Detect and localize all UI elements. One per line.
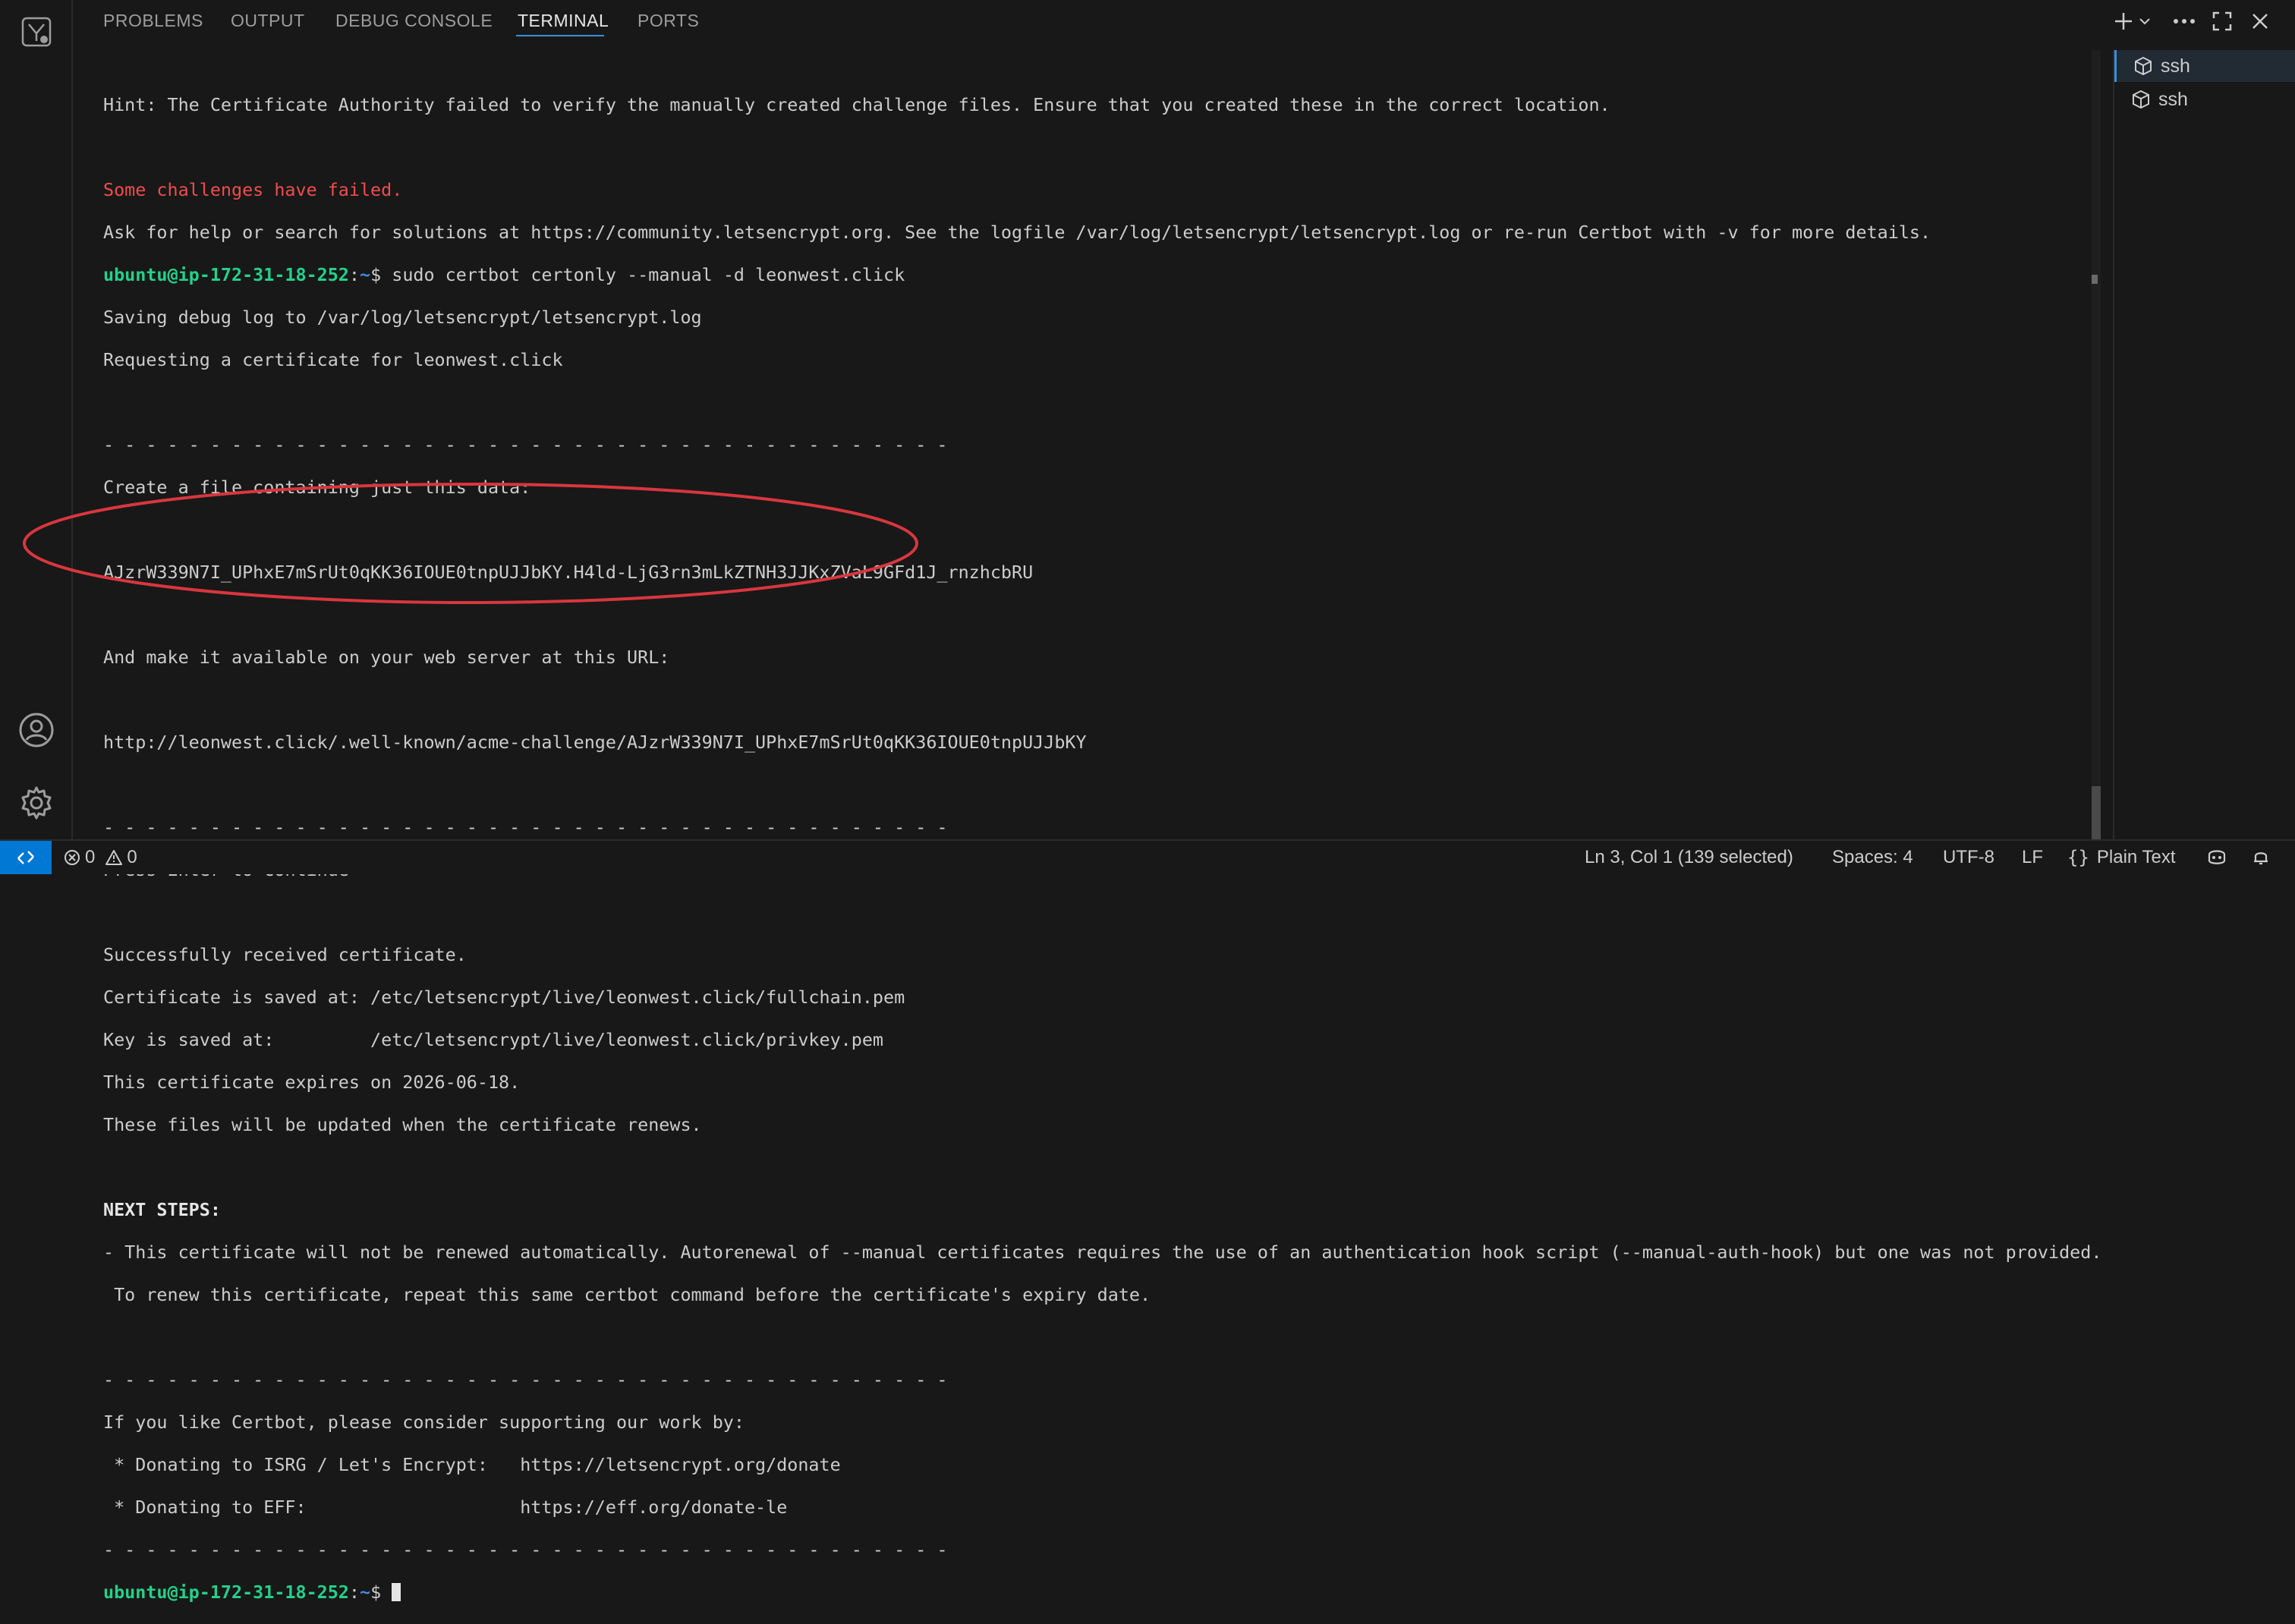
terminal-scrollbar[interactable] — [2092, 50, 2101, 839]
terminal-list-item[interactable]: ssh — [2114, 83, 2295, 115]
remote-icon — [17, 851, 34, 864]
terminal-list-label: ssh — [2158, 88, 2188, 110]
prompt-user: ubuntu@ip-172-31-18-252 — [103, 1582, 349, 1603]
tab-terminal[interactable]: TERMINAL — [518, 11, 609, 31]
separator-line: - - - - - - - - - - - - - - - - - - - - … — [103, 1539, 948, 1560]
terminal-line: This certificate expires on 2026-06-18. — [103, 1072, 521, 1093]
terminal-cursor — [392, 1583, 401, 1601]
terminal-command-line: ubuntu@ip-172-31-18-252:~$ sudo certbot … — [103, 264, 2092, 285]
command-text: sudo certbot certonly --manual -d leonwe… — [392, 264, 905, 285]
terminal-line: * Donating to ISRG / Let's Encrypt: http… — [103, 1454, 841, 1475]
separator-line: - - - - - - - - - - - - - - - - - - - - … — [103, 434, 948, 455]
terminal-line: Requesting a certificate for leonwest.cl… — [103, 349, 563, 370]
separator-line: - - - - - - - - - - - - - - - - - - - - … — [103, 1369, 948, 1390]
terminal-line: Ask for help or search for solutions at … — [103, 222, 1931, 243]
terminal-list-item[interactable]: ssh — [2114, 50, 2295, 82]
active-tab-indicator — [516, 35, 604, 36]
language-label: Plain Text — [2096, 847, 2176, 867]
remote-explorer-icon[interactable] — [18, 14, 55, 50]
panel-tab-bar: PROBLEMS OUTPUT DEBUG CONSOLE TERMINAL P… — [73, 0, 2113, 42]
prompt-path: ~ — [360, 1582, 371, 1603]
terminal-line: Successfully received certificate. — [103, 944, 467, 965]
terminal-line: http://leonwest.click/.well-known/acme-c… — [103, 732, 1087, 753]
terminal-prompt-line: ubuntu@ip-172-31-18-252:~$ — [103, 1582, 2092, 1603]
encoding-status[interactable]: UTF-8 — [1943, 847, 1994, 868]
braces-icon: {} — [2067, 847, 2089, 868]
plus-icon[interactable] — [2111, 8, 2136, 35]
notifications-bell-icon[interactable] — [2251, 847, 2271, 867]
terminal-line: Key is saved at: /etc/letsencrypt/live/l… — [103, 1029, 884, 1050]
terminal-line: If you like Certbot, please consider sup… — [103, 1412, 745, 1433]
terminal-line: Certificate is saved at: /etc/letsencryp… — [103, 987, 905, 1008]
ellipsis-icon[interactable] — [2169, 8, 2199, 35]
prompt-colon: : — [348, 1582, 360, 1603]
terminal-line: To renew this certificate, repeat this s… — [103, 1284, 1151, 1305]
terminal-instance-icon — [2135, 56, 2152, 76]
terminal-list-label: ssh — [2161, 55, 2190, 77]
terminal-line: - This certificate will not be renewed a… — [103, 1242, 2102, 1263]
scrollbar-marker — [2092, 275, 2098, 284]
separator-line: - - - - - - - - - - - - - - - - - - - - … — [103, 817, 948, 838]
terminal-line: Saving debug log to /var/log/letsencrypt… — [103, 307, 702, 328]
terminal-line: * Donating to EFF: https://eff.org/donat… — [103, 1497, 788, 1518]
eol-status[interactable]: LF — [2022, 847, 2043, 868]
status-bar: 0 0 Ln 3, Col 1 (139 selected) Spaces: 4… — [0, 839, 2295, 874]
chevron-down-icon[interactable] — [2136, 8, 2154, 35]
settings-gear-icon[interactable] — [18, 785, 55, 821]
tab-ports[interactable]: PORTS — [638, 11, 699, 31]
annotation-ellipse — [23, 483, 918, 604]
error-icon — [65, 850, 80, 865]
tab-debug-console[interactable]: DEBUG CONSOLE — [335, 11, 493, 31]
terminal-output[interactable]: Hint: The Certificate Authority failed t… — [103, 73, 2101, 1603]
maximize-icon[interactable] — [2207, 8, 2237, 35]
prompt-sign: $ — [370, 264, 392, 285]
remote-indicator-button[interactable] — [0, 841, 52, 874]
tab-problems[interactable]: PROBLEMS — [103, 11, 203, 31]
terminal-line: These files will be updated when the cer… — [103, 1114, 702, 1135]
prompt-sign: $ — [370, 1582, 392, 1603]
copilot-icon[interactable] — [2205, 847, 2228, 867]
terminal-instance-icon — [2133, 90, 2149, 109]
terminal-list: ssh ssh — [2113, 50, 2295, 839]
scrollbar-thumb[interactable] — [2092, 786, 2101, 839]
terminal-line: And make it available on your web server… — [103, 647, 670, 668]
cursor-position[interactable]: Ln 3, Col 1 (139 selected) — [1585, 847, 1793, 868]
terminal-line-heading: NEXT STEPS: — [103, 1199, 221, 1220]
terminal-line: Hint: The Certificate Authority failed t… — [103, 94, 1610, 115]
prompt-user: ubuntu@ip-172-31-18-252 — [103, 264, 349, 285]
prompt-path: ~ — [360, 264, 371, 285]
close-icon[interactable] — [2245, 8, 2275, 35]
warning-icon — [105, 850, 123, 865]
tab-output[interactable]: OUTPUT — [231, 11, 305, 31]
terminal-line-error: Some challenges have failed. — [103, 179, 403, 200]
activity-bar — [0, 0, 73, 839]
error-count: 0 — [85, 847, 96, 867]
warning-count: 0 — [127, 847, 137, 867]
problems-status[interactable]: 0 0 — [64, 847, 137, 868]
account-icon[interactable] — [18, 712, 55, 748]
language-mode[interactable]: {} Plain Text — [2067, 847, 2176, 868]
indentation-status[interactable]: Spaces: 4 — [1832, 847, 1913, 868]
prompt-colon: : — [348, 264, 360, 285]
